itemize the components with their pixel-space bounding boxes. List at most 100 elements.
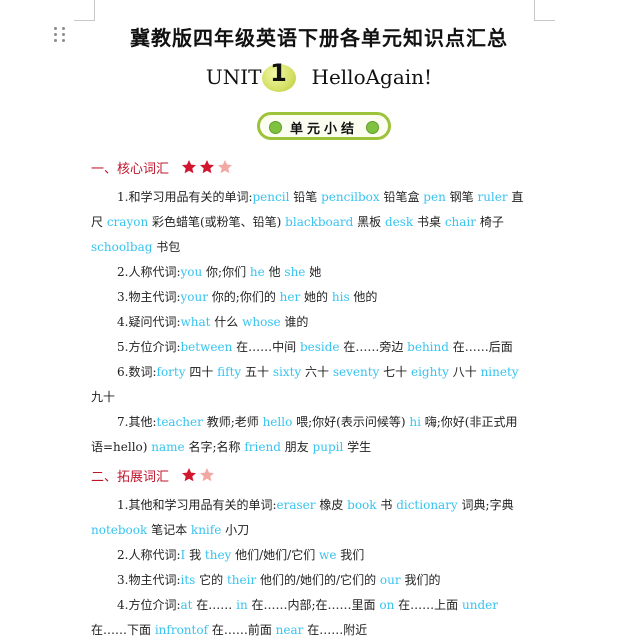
english-word: crayon	[106, 215, 149, 229]
chinese-text: 1.其他和学习用品有关的单词:	[117, 498, 277, 512]
chinese-text: 它的	[195, 573, 227, 587]
chinese-text: 铅笔盒	[379, 190, 424, 204]
chinese-text: 4.疑问代词:	[117, 315, 181, 329]
chinese-text: 3.物主代词:	[117, 290, 181, 304]
item-line: 4.疑问代词:what 什么 whose 谁的	[91, 310, 538, 335]
star-full-icon	[181, 467, 197, 483]
core-vocab-item-6: 6.数词:forty 四十 fifty 五十 sixty 六十 seventy …	[91, 360, 538, 410]
english-word: desk	[384, 215, 414, 229]
chinese-text: 钢笔	[445, 190, 478, 204]
english-word: our	[379, 573, 401, 587]
english-word: forty	[156, 365, 186, 379]
chinese-text: 在……内部;在……里面	[247, 598, 380, 612]
english-word: whose	[242, 315, 281, 329]
chinese-text: 黑板	[353, 215, 385, 229]
english-word: in	[236, 598, 248, 612]
english-word: pen	[423, 190, 446, 204]
chinese-text: 小刀	[221, 523, 250, 537]
english-word: notebook	[91, 523, 148, 537]
chinese-text: 书桌	[413, 215, 445, 229]
english-word: ninety	[480, 365, 519, 379]
core-vocab-item-3: 3.物主代词:your 你的;你们的 her 她的 his 他的	[91, 285, 538, 310]
unit-summary-banner: 单元小结	[257, 112, 391, 140]
chinese-text: 1.和学习用品有关的单词:	[117, 190, 253, 204]
chinese-text: 你;你们	[202, 265, 250, 279]
core-vocab-item-7: 7.其他:teacher 教师;老师 hello 喂;你好(表示问候等) hi …	[91, 410, 538, 460]
english-word: we	[319, 548, 337, 562]
chinese-text: 他	[264, 265, 285, 279]
core-vocab-item-1: 1.和学习用品有关的单词:pencil 铅笔 pencilbox 铅笔盒 pen…	[91, 185, 538, 260]
chinese-text: 书包	[152, 240, 181, 254]
english-word: chair	[444, 215, 477, 229]
star-faded-icon	[217, 159, 233, 175]
chinese-text: 五十	[241, 365, 273, 379]
chinese-text: 九十	[91, 390, 116, 404]
chinese-text: 在……中间	[232, 340, 300, 354]
chinese-text: 八十	[448, 365, 481, 379]
english-word: name	[151, 440, 185, 454]
chinese-text: 2.人称代词:	[117, 265, 181, 279]
chinese-text: 她的	[300, 290, 332, 304]
rating-stars	[181, 159, 235, 179]
english-word: he	[249, 265, 265, 279]
chinese-text: 彩色蜡笔(或粉笔、铅笔)	[148, 215, 286, 229]
english-word: on	[379, 598, 395, 612]
english-word: schoolbag	[91, 240, 153, 254]
chinese-text: 我们	[336, 548, 365, 562]
page-corner-mark-left	[74, 0, 95, 21]
item-line: 2.人称代词:I 我 they 他们/她们/它们 we 我们	[91, 543, 538, 568]
unit-name: HelloAgain!	[311, 65, 433, 89]
chinese-text: 在……上面	[394, 598, 462, 612]
english-word: between	[180, 340, 233, 354]
item-line: 4.方位介词:at 在…… in 在……内部;在……里面 on 在……上面 un…	[91, 593, 538, 618]
chinese-text: 六十	[301, 365, 333, 379]
chinese-text: 他们的/她们的/它们的	[256, 573, 380, 587]
rating-stars	[181, 467, 217, 487]
chinese-text: 嗨;你好(非正式用	[420, 415, 518, 429]
chinese-text: 我们的	[400, 573, 441, 587]
unit-heading: UNIT 1 HelloAgain!	[0, 59, 638, 92]
english-word: dictionary	[396, 498, 458, 512]
english-word: pupil	[312, 440, 344, 454]
item-line: 6.数词:forty 四十 fifty 五十 sixty 六十 seventy …	[91, 360, 538, 385]
english-word: infrontof	[154, 623, 209, 637]
item-line: 1.其他和学习用品有关的单词:eraser 橡皮 book 书 dictiona…	[91, 493, 538, 518]
chinese-text: 橡皮	[315, 498, 348, 512]
english-word: near	[275, 623, 304, 637]
core-vocab-item-4: 4.疑问代词:what 什么 whose 谁的	[91, 310, 538, 335]
unit-number-badge: 1	[261, 59, 296, 92]
item-line: schoolbag 书包	[91, 235, 538, 260]
english-word: her	[279, 290, 301, 304]
chinese-text: 朋友	[280, 440, 313, 454]
chinese-text: 4.方位介词:	[117, 598, 181, 612]
chinese-text: 在……附近	[303, 623, 368, 637]
english-word: pencil	[252, 190, 290, 204]
chinese-text: 七十	[379, 365, 411, 379]
green-dot-icon	[366, 121, 379, 134]
chinese-text: 直	[507, 190, 524, 204]
english-word: pencilbox	[321, 190, 380, 204]
unit-prefix: UNIT	[205, 65, 262, 89]
english-word: friend	[244, 440, 281, 454]
chinese-text: 他的	[349, 290, 378, 304]
item-line: 尺 crayon 彩色蜡笔(或粉笔、铅笔) blackboard 黑板 desk…	[91, 210, 538, 235]
chinese-text: 尺	[91, 215, 107, 229]
chinese-text: 在……旁边	[339, 340, 408, 354]
chinese-text: 在……后面	[448, 340, 513, 354]
item-line: 3.物主代词:your 你的;你们的 her 她的 his 他的	[91, 285, 538, 310]
chinese-text: 6.数词:	[117, 365, 157, 379]
chinese-text: 在……前面	[208, 623, 276, 637]
star-faded-icon	[199, 467, 215, 483]
chinese-text: 她	[305, 265, 322, 279]
chinese-text: 书	[376, 498, 397, 512]
extended-vocab-item-4: 4.方位介词:at 在…… in 在……内部;在……里面 on 在……上面 un…	[91, 593, 538, 643]
extended-vocab-item-2: 2.人称代词:I 我 they 他们/她们/它们 we 我们	[91, 543, 538, 568]
extended-vocab-item-3: 3.物主代词:its 它的 their 他们的/她们的/它们的 our 我们的	[91, 568, 538, 593]
item-line: 九十	[91, 385, 538, 410]
item-line: notebook 笔记本 knife 小刀	[91, 518, 538, 543]
core-vocab-item-2: 2.人称代词:you 你;你们 he 他 she 她	[91, 260, 538, 285]
english-word: fifty	[217, 365, 242, 379]
star-full-icon	[181, 159, 197, 175]
english-word: ruler	[477, 190, 508, 204]
chinese-text: 他们/她们/它们	[231, 548, 320, 562]
